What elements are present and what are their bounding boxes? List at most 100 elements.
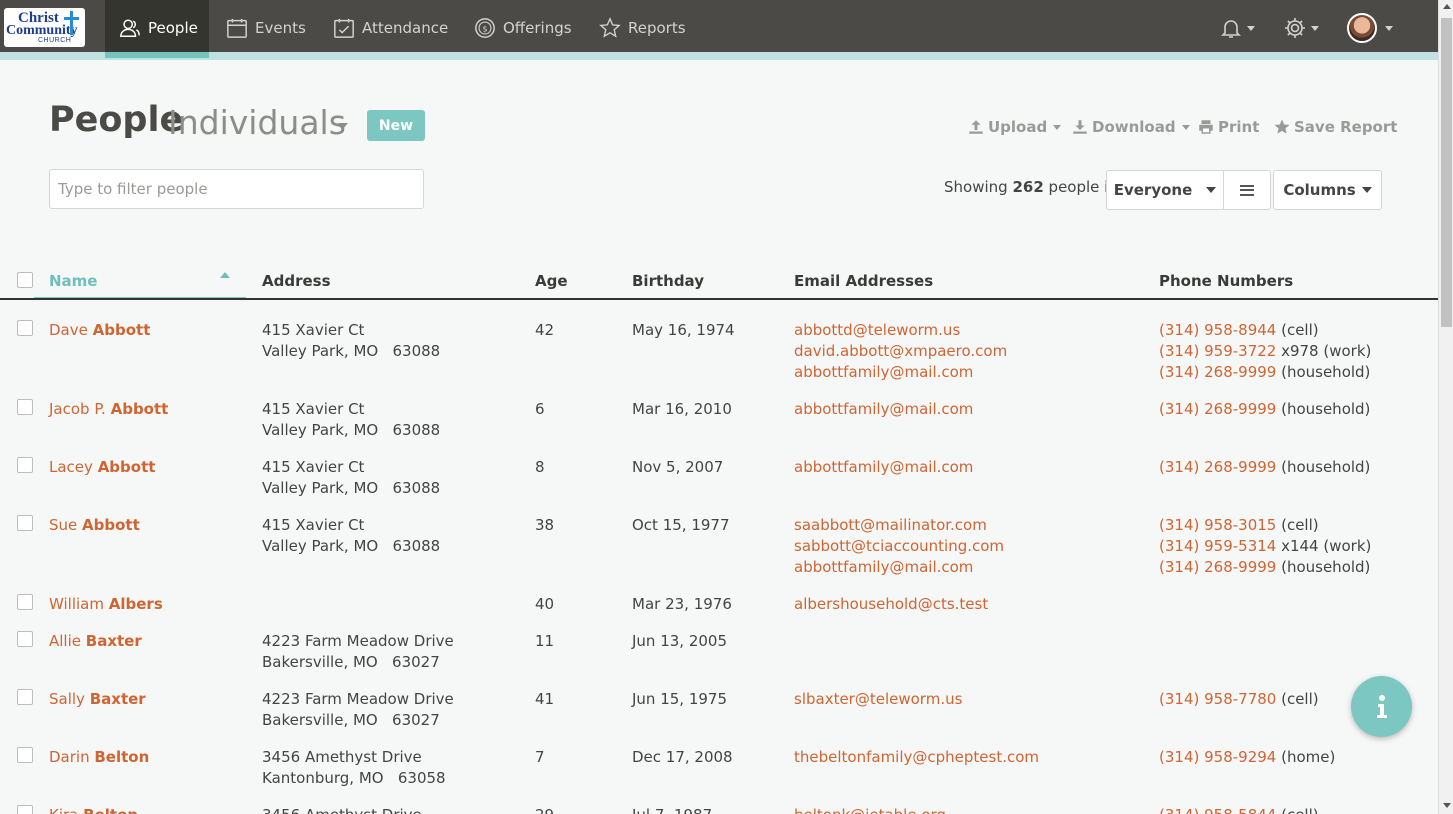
row-checkbox[interactable] [17, 457, 33, 473]
phone-cell: (314) 268-9999 (household) [1159, 457, 1370, 478]
nav-people[interactable]: People [105, 0, 209, 58]
email-link[interactable]: beltonk@jetable.org [794, 805, 946, 814]
person-name-link[interactable]: Sally Baxter [49, 689, 146, 710]
email-link[interactable]: abbottfamily@mail.com [794, 399, 973, 420]
nav-reports[interactable]: Reports [599, 0, 686, 56]
person-name-link[interactable]: Lacey Abbott [49, 457, 155, 478]
email-link[interactable]: abbottfamily@mail.com [794, 557, 1004, 578]
person-name-link[interactable]: Kira Belton [49, 805, 138, 814]
user-menu[interactable] [1347, 12, 1393, 44]
birthday-cell: Dec 17, 2008 [632, 748, 733, 766]
save-report-button[interactable]: Save Report [1273, 117, 1397, 137]
print-label: Print [1218, 118, 1260, 136]
phone-link[interactable]: (314) 268-9999 [1159, 558, 1276, 576]
view-selector[interactable]: Individuals [168, 103, 346, 142]
address-cell: 4223 Farm Meadow Drive Bakersville, MO 63… [262, 631, 454, 673]
row-checkbox[interactable] [17, 399, 33, 415]
nav-events[interactable]: Events [226, 0, 306, 56]
svg-text:$: $ [482, 24, 487, 34]
person-name-link[interactable]: Allie Baxter [49, 631, 142, 652]
row-checkbox[interactable] [17, 689, 33, 705]
address-cell: 4223 Farm Meadow Drive Bakersville, MO 63… [262, 689, 454, 731]
phone-link[interactable]: (314) 958-9294 [1159, 748, 1276, 766]
person-name-link[interactable]: Dave Abbott [49, 320, 150, 341]
phone-cell: (314) 958-7780 (cell) [1159, 689, 1319, 710]
email-link[interactable]: saabbott@mailinator.com [794, 515, 1004, 536]
column-header-name[interactable]: Name [49, 272, 97, 290]
person-name-link[interactable]: Darin Belton [49, 747, 149, 768]
settings-menu[interactable] [1283, 12, 1319, 44]
address-line-1: 3456 Amethyst Drive [262, 748, 422, 766]
email-link[interactable]: abbottd@teleworm.us [794, 320, 1007, 341]
phone-link[interactable]: (314) 268-9999 [1159, 400, 1276, 418]
calendar-icon [227, 18, 247, 38]
phone-link[interactable]: (314) 958-8944 [1159, 321, 1276, 339]
download-button[interactable]: Download [1071, 117, 1190, 137]
email-link[interactable]: abbottfamily@mail.com [794, 457, 973, 478]
person-name-link[interactable]: William Albers [49, 594, 163, 615]
row-checkbox[interactable] [17, 805, 33, 814]
church-logo[interactable]: Christ Community CHURCH [4, 8, 85, 47]
age-cell: 8 [535, 458, 545, 476]
phone-link[interactable]: (314) 959-5314 [1159, 537, 1276, 555]
people-icon [120, 19, 140, 37]
address-cell: 415 Xavier Ct Valley Park, MO 63088 [262, 457, 440, 499]
email-link[interactable]: abbottfamily@mail.com [794, 362, 1007, 383]
scroll-up-arrow-icon[interactable] [1443, 4, 1451, 9]
select-all-checkbox[interactable] [17, 272, 33, 288]
scope-select[interactable]: Everyone [1106, 170, 1224, 210]
info-button[interactable] [1351, 676, 1412, 737]
column-header-email[interactable]: Email Addresses [794, 272, 933, 290]
person-name-link[interactable]: Sue Abbott [49, 515, 140, 536]
phone-type: (cell) [1276, 516, 1319, 534]
person-name-link[interactable]: Jacob P. Abbott [49, 399, 168, 420]
nav-offerings[interactable]: $ Offerings [474, 0, 572, 56]
scroll-thumb[interactable] [1441, 18, 1452, 327]
phone-link[interactable]: (314) 959-3722 [1159, 342, 1276, 360]
column-header-birthday[interactable]: Birthday [632, 272, 704, 290]
star-icon [599, 17, 621, 38]
phone-link[interactable]: (314) 958-5844 [1159, 806, 1276, 814]
scope-button-group: Everyone [1106, 170, 1271, 210]
page-scrollbar[interactable] [1438, 0, 1453, 814]
phone-entry: (314) 958-9294 (home) [1159, 747, 1335, 768]
upload-button[interactable]: Upload [967, 117, 1062, 137]
email-link[interactable]: thebeltonfamily@cpheptest.com [794, 747, 1039, 768]
new-person-button[interactable]: New [367, 110, 425, 141]
column-header-age[interactable]: Age [535, 272, 568, 290]
age-cell: 42 [535, 321, 555, 339]
address-line-2: Valley Park, MO 63088 [262, 537, 441, 555]
age-cell: 41 [535, 690, 555, 708]
phone-link[interactable]: (314) 268-9999 [1159, 458, 1276, 476]
print-button[interactable]: Print [1197, 117, 1259, 137]
filter-people-input[interactable] [49, 169, 424, 209]
birthday-cell: Oct 15, 1977 [632, 516, 730, 534]
column-header-phone[interactable]: Phone Numbers [1159, 272, 1293, 290]
address-line-2: Bakersville, MO 63027 [262, 711, 440, 729]
row-checkbox[interactable] [17, 515, 33, 531]
column-header-address[interactable]: Address [262, 272, 331, 290]
phone-link[interactable]: (314) 958-3015 [1159, 516, 1276, 534]
row-checkbox[interactable] [17, 594, 33, 610]
email-link[interactable]: slbaxter@teleworm.us [794, 689, 962, 710]
address-line-2: Kantonburg, MO 63058 [262, 769, 446, 787]
row-checkbox[interactable] [17, 747, 33, 763]
email-link[interactable]: albershousehold@cts.test [794, 594, 988, 615]
scroll-down-arrow-icon[interactable] [1443, 803, 1451, 808]
first-name: Darin [49, 748, 90, 766]
chevron-down-icon[interactable] [338, 123, 348, 129]
list-menu-button[interactable] [1224, 170, 1271, 210]
nav-attendance[interactable]: Attendance [333, 0, 448, 56]
columns-button[interactable]: Columns [1273, 170, 1382, 210]
email-link[interactable]: david.abbott@xmpaero.com [794, 341, 1007, 362]
notifications-menu[interactable] [1219, 12, 1255, 44]
birthday-cell: Jun 13, 2005 [632, 632, 728, 650]
last-name: Albers [108, 595, 163, 613]
phone-link[interactable]: (314) 958-7780 [1159, 690, 1276, 708]
address-line-1: 415 Xavier Ct [262, 400, 365, 418]
birthday-cell: Nov 5, 2007 [632, 458, 724, 476]
row-checkbox[interactable] [17, 320, 33, 336]
phone-link[interactable]: (314) 268-9999 [1159, 363, 1276, 381]
row-checkbox[interactable] [17, 631, 33, 647]
email-link[interactable]: sabbott@tciaccounting.com [794, 536, 1004, 557]
